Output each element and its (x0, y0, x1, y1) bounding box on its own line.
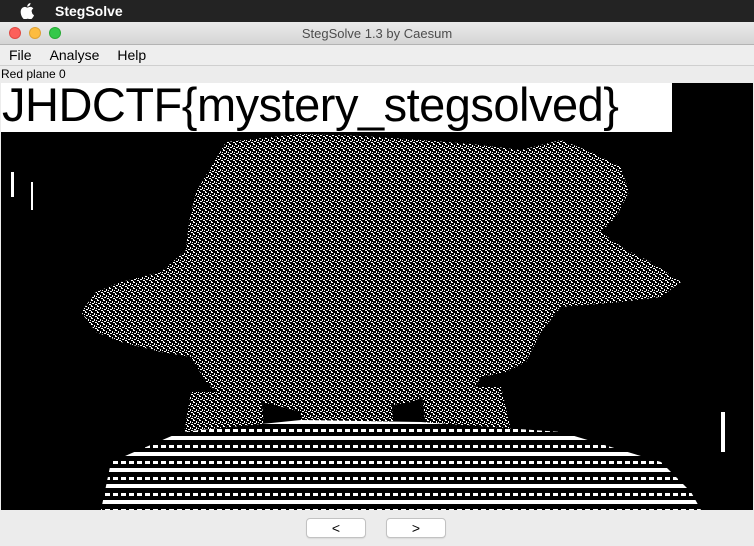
flag-band: JHDCTF{mystery_stegsolved} (1, 83, 672, 132)
previous-plane-button[interactable]: < (306, 518, 366, 538)
flag-text: JHDCTF{mystery_stegsolved} (2, 83, 619, 131)
menu-help[interactable]: Help (117, 47, 146, 63)
traffic-lights (9, 27, 61, 39)
apple-icon[interactable] (20, 3, 36, 19)
window-title: StegSolve 1.3 by Caesum (301, 25, 453, 41)
zoom-window-button[interactable] (49, 27, 61, 39)
next-plane-button[interactable]: > (386, 518, 446, 538)
image-viewer: JHDCTF{mystery_stegsolved} (1, 83, 753, 510)
navigation-bar: < > (0, 512, 754, 546)
menu-analyse[interactable]: Analyse (50, 47, 100, 63)
window-titlebar[interactable]: StegSolve 1.3 by Caesum (0, 22, 754, 45)
macos-menubar: StegSolve (0, 0, 754, 22)
app-menubar: File Analyse Help (0, 45, 754, 66)
plane-label: Red plane 0 (1, 67, 66, 81)
close-window-button[interactable] (9, 27, 21, 39)
minimize-window-button[interactable] (29, 27, 41, 39)
menu-file[interactable]: File (9, 47, 32, 63)
app-window: StegSolve 1.3 by Caesum File Analyse Hel… (0, 22, 754, 546)
bitplane-noise-image (11, 134, 725, 510)
app-name-menu[interactable]: StegSolve (55, 3, 123, 19)
